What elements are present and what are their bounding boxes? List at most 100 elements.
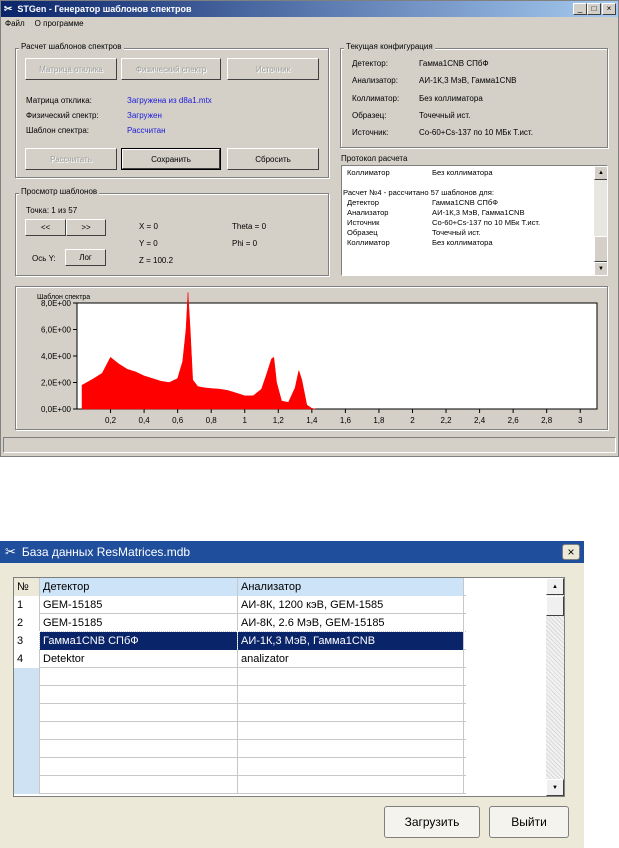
table-cell[interactable] (40, 758, 238, 776)
table-row[interactable]: 3 Гамма1CNB СПбФ АИ-1К,3 МэВ, Гамма1CNB (14, 631, 466, 651)
theta-value: Theta = 0 (232, 222, 267, 231)
table-cell[interactable]: Гамма1CNB СПбФ (39, 631, 239, 651)
spectrum-chart: Шаблон спектра0,0E+002,0E+004,0E+006,0E+… (37, 292, 598, 425)
x-tick-label: 3 (578, 416, 583, 425)
table-row[interactable]: 1 GEM-15185 АИ-8К, 1200 кэВ, GEM-1585 (14, 596, 466, 614)
protocol-log[interactable]: Коллиматор Без коллиматора Расчет №4 - рас… (341, 165, 608, 276)
table-cell[interactable] (14, 704, 40, 722)
load-button[interactable]: Загрузить (384, 806, 480, 838)
table-cell[interactable] (238, 686, 464, 704)
protocol-key: Коллиматор (347, 238, 390, 247)
matrix-label: Матрица отклика: (26, 96, 92, 105)
y-tick-label: 6,0E+00 (41, 326, 72, 335)
matrices-table[interactable]: № Детектор Анализатор 1 GEM-15185 АИ-8К, 1200… (13, 577, 565, 797)
table-cell[interactable] (238, 668, 464, 686)
x-tick-label: 2,8 (541, 416, 553, 425)
column-header: Детектор (40, 578, 238, 596)
table-cell[interactable] (14, 668, 40, 686)
config-collimator-label: Коллиматор: (352, 94, 400, 103)
menu-file[interactable]: Файл (5, 19, 25, 28)
matrix-button[interactable]: Матрица отклика (25, 58, 117, 80)
table-cell[interactable]: АИ-8К, 2.6 МэВ, GEM-15185 (238, 614, 464, 632)
x-tick-label: 0,4 (139, 416, 151, 425)
table-cell[interactable] (238, 740, 464, 758)
table-cell[interactable] (14, 686, 40, 704)
db-title-bar: ✂ База данных ResMatrices.mdb (0, 541, 584, 563)
x-tick-label: 1,4 (306, 416, 318, 425)
source-button[interactable]: Источник (227, 58, 319, 80)
table-scroll-thumb[interactable] (546, 596, 564, 616)
table-cell[interactable]: GEM-15185 (40, 596, 238, 614)
config-detector-label: Детектор: (352, 59, 388, 68)
config-source-label: Источник: (352, 128, 389, 137)
protocol-key: Источник (347, 218, 380, 227)
table-row[interactable]: 2 GEM-15185 АИ-8К, 2.6 МэВ, GEM-15185 (14, 614, 466, 632)
scroll-up-icon[interactable]: ▲ (594, 166, 607, 180)
minimize-button[interactable]: _ (573, 3, 587, 15)
table-row[interactable] (14, 776, 466, 794)
db-close-icon[interactable]: × (562, 544, 580, 560)
scroll-thumb[interactable] (594, 236, 607, 262)
coord-x: X = 0 (139, 222, 158, 231)
table-cell[interactable] (14, 758, 40, 776)
table-cell[interactable]: 1 (14, 596, 40, 614)
table-row[interactable] (14, 686, 466, 704)
template-label: Шаблон спектра: (26, 126, 90, 135)
protocol-key: Коллиматор (347, 168, 390, 177)
table-cell[interactable]: АИ-1К,3 МэВ, Гамма1CNB (237, 631, 465, 651)
menu-about[interactable]: О программе (35, 19, 84, 28)
title-bar: ✂ STGen - Генератор шаблонов спектров (1, 1, 618, 17)
table-cell[interactable]: 3 (14, 632, 40, 650)
table-cell[interactable] (40, 704, 238, 722)
calculate-button[interactable]: Рассчитать (25, 148, 117, 170)
table-cell[interactable]: 4 (14, 650, 40, 668)
x-tick-label: 2,6 (508, 416, 520, 425)
config-sample-value: Точечный ист. (419, 111, 471, 120)
log-scale-button[interactable]: Лог (65, 249, 106, 266)
table-cell[interactable] (238, 722, 464, 740)
table-cell[interactable]: 2 (14, 614, 40, 632)
config-source-value: Co-60+Cs-137 по 10 МБк Т.ист. (419, 128, 533, 137)
table-row[interactable] (14, 704, 466, 722)
prev-point-button[interactable]: << (25, 219, 66, 236)
table-row[interactable]: 4 Detektor analizator (14, 650, 466, 668)
table-cell[interactable] (40, 668, 238, 686)
table-row[interactable] (14, 758, 466, 776)
table-row[interactable] (14, 668, 466, 686)
column-header: № (14, 578, 40, 596)
table-scroll-down-icon[interactable]: ▼ (546, 779, 564, 796)
exit-button[interactable]: Выйти (489, 806, 569, 838)
table-header[interactable]: № Детектор Анализатор (14, 578, 466, 596)
table-cell[interactable] (14, 776, 40, 794)
table-cell[interactable]: GEM-15185 (40, 614, 238, 632)
table-cell[interactable] (40, 686, 238, 704)
table-cell[interactable] (40, 776, 238, 794)
table-cell[interactable] (14, 722, 40, 740)
x-tick-label: 0,8 (206, 416, 218, 425)
table-cell[interactable] (238, 704, 464, 722)
phys-spectrum-button[interactable]: Физический спектр (121, 58, 221, 80)
y-tick-label: 0,0E+00 (41, 405, 72, 414)
scroll-down-icon[interactable]: ▼ (594, 262, 607, 275)
table-cell[interactable] (238, 758, 464, 776)
next-point-button[interactable]: >> (66, 219, 106, 236)
table-cell[interactable] (14, 740, 40, 758)
config-detector-value: Гамма1CNB СПбФ (419, 59, 489, 68)
maximize-button[interactable]: □ (587, 3, 601, 15)
table-cell[interactable] (40, 722, 238, 740)
table-cell[interactable] (40, 740, 238, 758)
close-button[interactable]: × (602, 3, 616, 15)
reset-button[interactable]: Сбросить (227, 148, 319, 170)
table-row[interactable] (14, 722, 466, 740)
table-row[interactable] (14, 740, 466, 758)
table-cell[interactable] (238, 776, 464, 794)
x-tick-label: 1,6 (340, 416, 352, 425)
table-cell[interactable]: analizator (238, 650, 464, 668)
save-button[interactable]: Сохранить (121, 148, 221, 170)
app-icon: ✂ (4, 3, 13, 15)
table-cell[interactable]: АИ-8К, 1200 кэВ, GEM-1585 (238, 596, 464, 614)
table-cell[interactable]: Detektor (40, 650, 238, 668)
coord-y: Y = 0 (139, 239, 158, 248)
phys-value: Загружен (127, 111, 162, 120)
table-scroll-up-icon[interactable]: ▲ (546, 578, 564, 595)
